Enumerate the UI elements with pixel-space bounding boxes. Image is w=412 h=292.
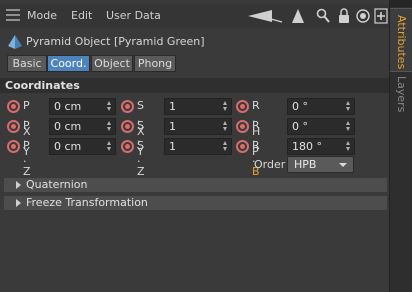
group-title: Freeze Transformation [26, 196, 148, 209]
menu-edit[interactable]: Edit [71, 9, 92, 22]
spin-arrows-icon[interactable] [223, 121, 228, 132]
spin-arrows-icon[interactable] [107, 121, 112, 132]
px-value: 0 cm [54, 100, 82, 113]
spin-arrows-icon[interactable] [346, 141, 351, 152]
side-tab-attributes[interactable]: Attributes [390, 8, 412, 72]
search-icon[interactable] [316, 8, 330, 24]
attribute-manager: Mode Edit User Data Pyramid Object [Pyra… [0, 0, 389, 292]
side-tab-layers[interactable]: Layers [390, 72, 412, 112]
keyframe-radio-sx[interactable] [121, 100, 134, 113]
keyframe-radio-rh[interactable] [236, 100, 249, 113]
keyframe-radio-py[interactable] [7, 120, 20, 133]
rb-field[interactable]: 180 ° [287, 138, 355, 155]
sz-field[interactable]: 1 [164, 138, 232, 155]
tab-basic[interactable]: Basic [7, 55, 47, 72]
object-title: Pyramid Object [Pyramid Green] [26, 35, 205, 48]
side-tab-strip: Attributes Layers [389, 0, 412, 292]
order-value: HPB [294, 158, 317, 171]
menu-bar: Mode Edit User Data [0, 4, 389, 28]
order-dropdown[interactable]: HPB [287, 156, 354, 173]
group-freeze-transformation[interactable]: Freeze Transformation [4, 196, 387, 210]
spin-arrows-icon[interactable] [107, 141, 112, 152]
keyframe-radio-sz[interactable] [121, 140, 134, 153]
coordinates-section-header: Coordinates [0, 78, 389, 93]
strip-top [390, 0, 412, 7]
expand-triangle-icon [16, 199, 21, 207]
sy-field[interactable]: 1 [164, 118, 232, 135]
lock-icon[interactable] [338, 8, 350, 24]
rh-value: 0 ° [292, 100, 308, 113]
up-arrow-icon[interactable] [290, 8, 306, 24]
sz-value: 1 [169, 140, 176, 153]
py-field[interactable]: 0 cm [49, 118, 116, 135]
py-value: 0 cm [54, 120, 82, 133]
group-quaternion[interactable]: Quaternion [4, 178, 387, 192]
tab-phong[interactable]: Phong [134, 55, 176, 72]
rp-value: 0 ° [292, 120, 308, 133]
expand-triangle-icon [16, 181, 21, 189]
keyframe-radio-rp[interactable] [236, 120, 249, 133]
chevron-down-icon [339, 163, 347, 167]
object-header: Pyramid Object [Pyramid Green] [0, 32, 389, 52]
new-panel-icon[interactable] [374, 8, 388, 24]
px-field[interactable]: 0 cm [49, 98, 116, 115]
sy-value: 1 [169, 120, 176, 133]
pyramid-icon [8, 35, 22, 49]
menu-grip-icon[interactable] [6, 9, 20, 23]
side-tab-label: Layers [395, 76, 408, 113]
tab-object[interactable]: Object [91, 55, 133, 72]
keyframe-radio-px[interactable] [7, 100, 20, 113]
section-title: Coordinates [5, 79, 80, 92]
menu-mode[interactable]: Mode [27, 9, 57, 22]
pz-field[interactable]: 0 cm [49, 138, 116, 155]
spin-arrows-icon[interactable] [346, 101, 351, 112]
menu-user-data[interactable]: User Data [106, 9, 161, 22]
side-tab-label: Attributes [395, 15, 408, 70]
spin-arrows-icon[interactable] [223, 141, 228, 152]
spin-arrows-icon[interactable] [223, 101, 228, 112]
pz-value: 0 cm [54, 140, 82, 153]
param-label: P . Z [23, 139, 33, 178]
rb-value: 180 ° [292, 140, 322, 153]
rh-field[interactable]: 0 ° [287, 98, 355, 115]
group-title: Quaternion [26, 178, 88, 191]
spin-arrows-icon[interactable] [107, 101, 112, 112]
target-icon[interactable] [356, 8, 370, 24]
spin-arrows-icon[interactable] [346, 121, 351, 132]
sx-value: 1 [169, 100, 176, 113]
sx-field[interactable]: 1 [164, 98, 232, 115]
back-arrow-icon[interactable] [246, 8, 284, 24]
rp-field[interactable]: 0 ° [287, 118, 355, 135]
keyframe-radio-pz[interactable] [7, 140, 20, 153]
keyframe-radio-rb[interactable] [236, 140, 249, 153]
order-label: Order [254, 158, 286, 171]
param-label: S . Z [137, 139, 147, 178]
keyframe-radio-sy[interactable] [121, 120, 134, 133]
tab-coord[interactable]: Coord. [47, 55, 90, 72]
